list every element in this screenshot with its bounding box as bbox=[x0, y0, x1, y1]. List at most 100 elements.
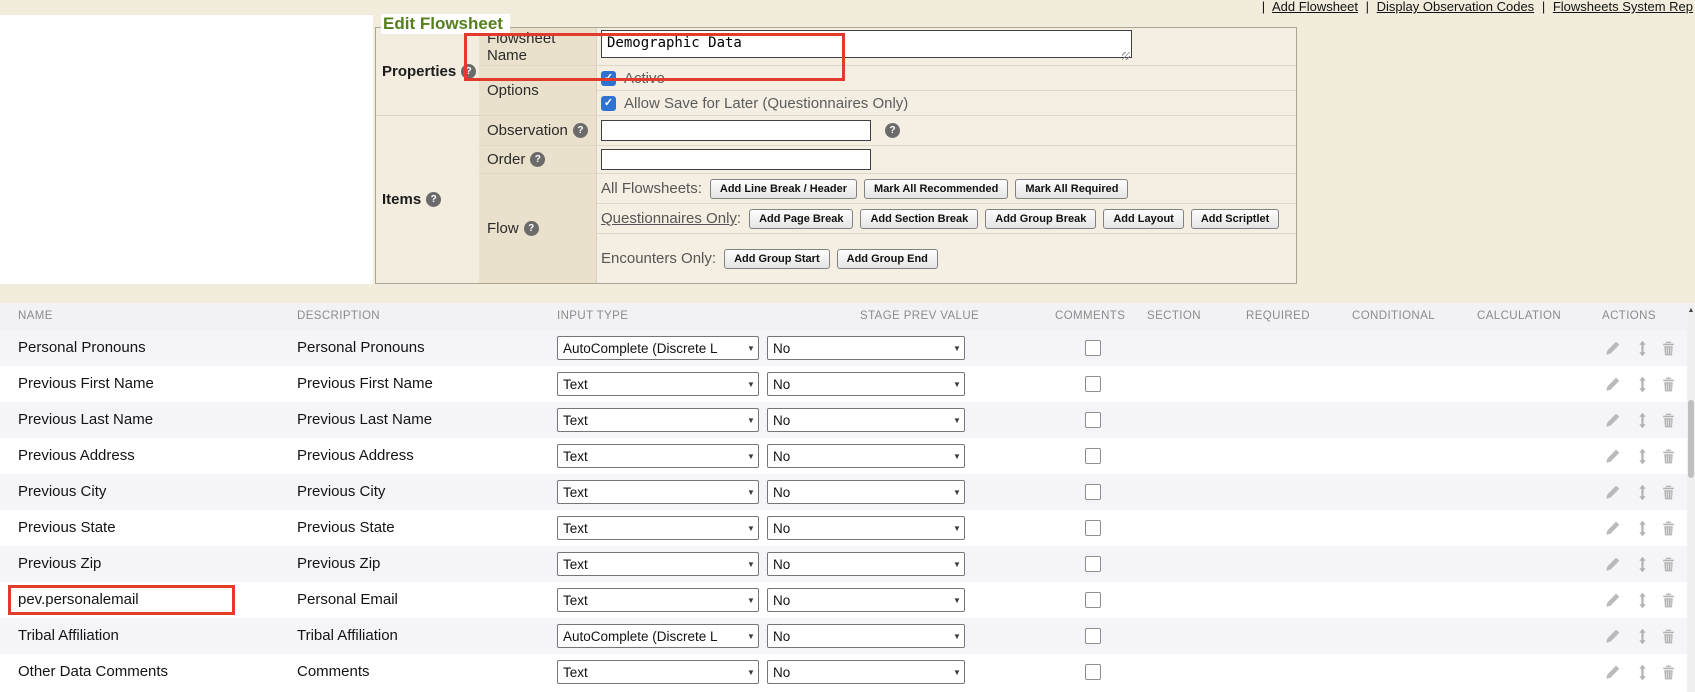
delete-trash-icon[interactable] bbox=[1660, 520, 1677, 537]
flow-button-add-layout[interactable]: Add Layout bbox=[1103, 209, 1184, 229]
reorder-up-down-icon[interactable] bbox=[1634, 376, 1651, 393]
delete-trash-icon[interactable] bbox=[1660, 376, 1677, 393]
comments-checkbox[interactable] bbox=[1085, 448, 1101, 464]
edit-pencil-icon[interactable] bbox=[1604, 412, 1621, 429]
reorder-up-down-icon[interactable] bbox=[1634, 628, 1651, 645]
reorder-up-down-icon[interactable] bbox=[1634, 592, 1651, 609]
stage-prev-value-select[interactable]: No▼ bbox=[767, 336, 965, 360]
allow-save-later-checkbox[interactable]: ✓ bbox=[601, 96, 616, 111]
help-icon[interactable]: ? bbox=[530, 152, 545, 167]
help-icon[interactable]: ? bbox=[885, 123, 900, 138]
flow-button-add-group-end[interactable]: Add Group End bbox=[837, 249, 938, 269]
stage-prev-value-select[interactable]: No▼ bbox=[767, 372, 965, 396]
comments-checkbox[interactable] bbox=[1085, 412, 1101, 428]
delete-trash-icon[interactable] bbox=[1660, 592, 1677, 609]
stage-prev-value-select[interactable]: No▼ bbox=[767, 552, 965, 576]
comments-checkbox[interactable] bbox=[1085, 628, 1101, 644]
flow-button-mark-all-required[interactable]: Mark All Required bbox=[1015, 179, 1128, 199]
help-icon[interactable]: ? bbox=[573, 123, 588, 138]
description-cell: Previous Address bbox=[297, 438, 414, 474]
reorder-up-down-icon[interactable] bbox=[1634, 340, 1651, 357]
input-type-select[interactable]: AutoComplete (Discrete L▼ bbox=[557, 336, 759, 360]
flow-button-mark-all-recommended[interactable]: Mark All Recommended bbox=[864, 179, 1008, 199]
edit-pencil-icon[interactable] bbox=[1604, 484, 1621, 501]
edit-pencil-icon[interactable] bbox=[1604, 556, 1621, 573]
input-type-select[interactable]: Text▼ bbox=[557, 444, 759, 468]
order-input[interactable] bbox=[601, 149, 871, 170]
input-type-select[interactable]: Text▼ bbox=[557, 660, 759, 684]
flow-button-add-group-start[interactable]: Add Group Start bbox=[724, 249, 830, 269]
comments-checkbox[interactable] bbox=[1085, 664, 1101, 680]
delete-trash-icon[interactable] bbox=[1660, 628, 1677, 645]
flow-button-add-section-break[interactable]: Add Section Break bbox=[860, 209, 978, 229]
edit-pencil-icon[interactable] bbox=[1604, 592, 1621, 609]
flowsheet-name-input[interactable]: Demographic Data bbox=[601, 30, 1132, 58]
comments-checkbox[interactable] bbox=[1085, 556, 1101, 572]
description-cell: Previous First Name bbox=[297, 366, 433, 402]
stage-prev-value-select[interactable]: No▼ bbox=[767, 480, 965, 504]
flow-button-add-scriptlet[interactable]: Add Scriptlet bbox=[1191, 209, 1279, 229]
comments-checkbox[interactable] bbox=[1085, 484, 1101, 500]
link-add-flowsheet[interactable]: Add Flowsheet bbox=[1272, 0, 1358, 14]
stage-prev-value-select[interactable]: No▼ bbox=[767, 660, 965, 684]
page-top-left-background bbox=[0, 15, 373, 284]
input-type-select[interactable]: Text▼ bbox=[557, 516, 759, 540]
chevron-down-icon: ▼ bbox=[950, 488, 964, 497]
edit-pencil-icon[interactable] bbox=[1604, 664, 1621, 681]
help-icon[interactable]: ? bbox=[524, 221, 539, 236]
reorder-up-down-icon[interactable] bbox=[1634, 448, 1651, 465]
scrollbar-up-arrow-icon[interactable]: ▲ bbox=[1687, 305, 1695, 317]
selected-value: No bbox=[773, 377, 950, 392]
link-flowsheets-system-reports[interactable]: Flowsheets System Rep bbox=[1553, 0, 1693, 14]
delete-trash-icon[interactable] bbox=[1660, 484, 1677, 501]
selected-value: Text bbox=[563, 557, 744, 572]
help-icon[interactable]: ? bbox=[461, 64, 476, 79]
delete-trash-icon[interactable] bbox=[1660, 664, 1677, 681]
edit-pencil-icon[interactable] bbox=[1604, 628, 1621, 645]
scrollbar-thumb[interactable] bbox=[1688, 400, 1694, 478]
delete-trash-icon[interactable] bbox=[1660, 556, 1677, 573]
reorder-up-down-icon[interactable] bbox=[1634, 664, 1651, 681]
edit-pencil-icon[interactable] bbox=[1604, 520, 1621, 537]
stage-prev-value-select[interactable]: No▼ bbox=[767, 588, 965, 612]
comments-checkbox[interactable] bbox=[1085, 520, 1101, 536]
reorder-up-down-icon[interactable] bbox=[1634, 412, 1651, 429]
flow-button-add-page-break[interactable]: Add Page Break bbox=[749, 209, 853, 229]
items-group-text: Items bbox=[382, 191, 421, 208]
input-type-select[interactable]: AutoComplete (Discrete L▼ bbox=[557, 624, 759, 648]
flow-button-add-group-break[interactable]: Add Group Break bbox=[985, 209, 1096, 229]
reorder-up-down-icon[interactable] bbox=[1634, 520, 1651, 537]
stage-prev-value-select[interactable]: No▼ bbox=[767, 624, 965, 648]
reorder-up-down-icon[interactable] bbox=[1634, 484, 1651, 501]
input-type-select[interactable]: Text▼ bbox=[557, 552, 759, 576]
stage-prev-value-select[interactable]: No▼ bbox=[767, 408, 965, 432]
selected-value: No bbox=[773, 521, 950, 536]
edit-pencil-icon[interactable] bbox=[1604, 448, 1621, 465]
observation-input[interactable] bbox=[601, 120, 871, 141]
stage-prev-value-select[interactable]: No▼ bbox=[767, 516, 965, 540]
reorder-up-down-icon[interactable] bbox=[1634, 556, 1651, 573]
delete-trash-icon[interactable] bbox=[1660, 412, 1677, 429]
table-row: Other Data CommentsCommentsText▼No▼ bbox=[0, 654, 1695, 690]
edit-pencil-icon[interactable] bbox=[1604, 376, 1621, 393]
flow-button-add-line-break-header[interactable]: Add Line Break / Header bbox=[710, 179, 857, 199]
edit-pencil-icon[interactable] bbox=[1604, 340, 1621, 357]
input-type-select[interactable]: Text▼ bbox=[557, 588, 759, 612]
selected-value: No bbox=[773, 557, 950, 572]
resize-handle-icon[interactable] bbox=[1122, 52, 1130, 60]
input-type-select[interactable]: Text▼ bbox=[557, 408, 759, 432]
flow-label-text: Flow bbox=[487, 220, 519, 237]
help-icon[interactable]: ? bbox=[426, 192, 441, 207]
stage-prev-value-select[interactable]: No▼ bbox=[767, 444, 965, 468]
selected-value: Text bbox=[563, 593, 744, 608]
comments-checkbox[interactable] bbox=[1085, 592, 1101, 608]
comments-checkbox[interactable] bbox=[1085, 376, 1101, 392]
vertical-scrollbar[interactable]: ▲ bbox=[1687, 305, 1695, 692]
comments-checkbox[interactable] bbox=[1085, 340, 1101, 356]
active-checkbox[interactable]: ✓ bbox=[601, 71, 616, 86]
link-display-observation-codes[interactable]: Display Observation Codes bbox=[1377, 0, 1535, 14]
input-type-select[interactable]: Text▼ bbox=[557, 372, 759, 396]
input-type-select[interactable]: Text▼ bbox=[557, 480, 759, 504]
delete-trash-icon[interactable] bbox=[1660, 448, 1677, 465]
delete-trash-icon[interactable] bbox=[1660, 340, 1677, 357]
